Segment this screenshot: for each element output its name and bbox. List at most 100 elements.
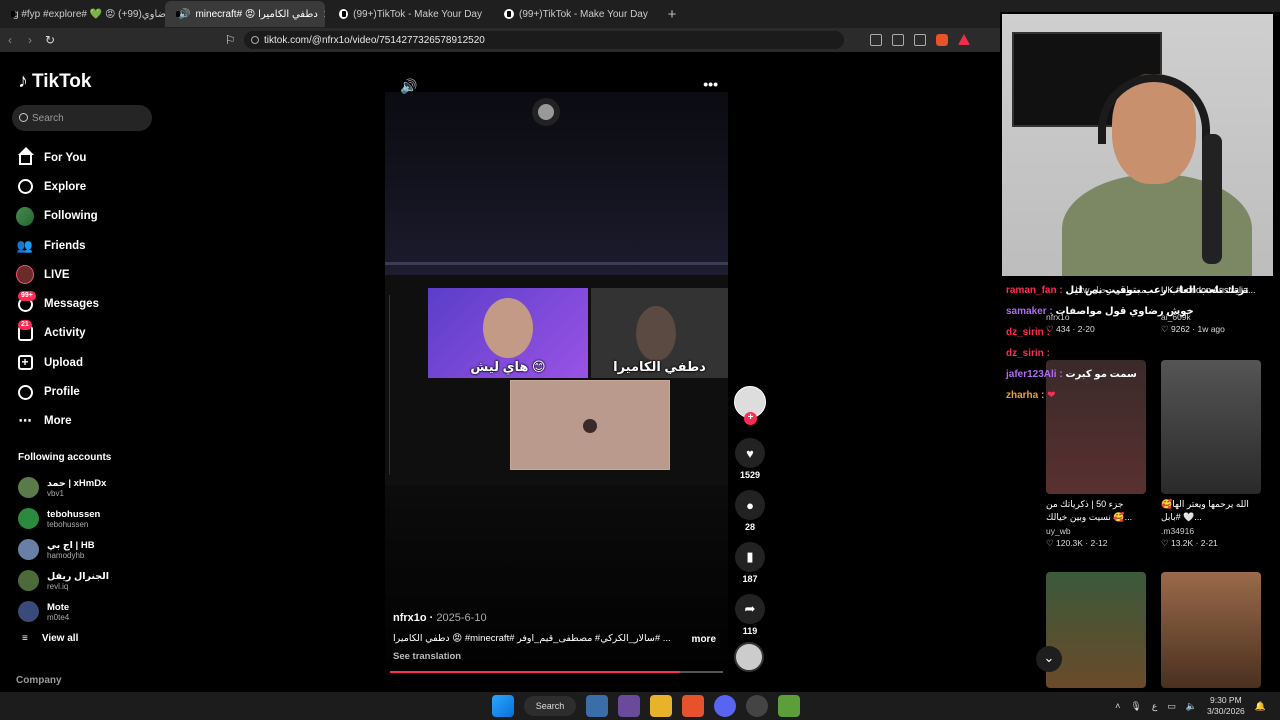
discord-icon[interactable]: [714, 695, 736, 717]
share-button[interactable]: ➦ 119: [734, 594, 766, 636]
nav-upload[interactable]: + Upload: [16, 348, 156, 377]
taskbar-clock[interactable]: 9:30 PM 3/30/2026: [1207, 695, 1245, 717]
more-options-icon[interactable]: •••: [703, 76, 718, 92]
save-count: 187: [742, 574, 758, 584]
scroll-down-button[interactable]: ⌄: [1036, 646, 1062, 672]
tiktok-logo[interactable]: ♪ TikTok: [18, 70, 91, 93]
volume-tray-icon[interactable]: 🔈: [1186, 701, 1197, 712]
facecam-right: دطفي الكاميرا: [591, 288, 728, 378]
compass-icon: [16, 178, 34, 196]
profile-icon: [16, 383, 34, 401]
video-author[interactable]: nfrx1o · 2025-6-10: [393, 612, 487, 624]
nav-explore[interactable]: Explore: [16, 172, 156, 201]
nav-label: Upload: [44, 356, 83, 369]
facecam-right-caption: دطفي الكاميرا: [613, 359, 706, 374]
main-feed: 🔊 ••• هاي ليش 😊 دطفي الكاميرا nfrx1o · 2…: [160, 52, 1000, 692]
nav-activity[interactable]: 21 Activity: [16, 319, 156, 348]
sound-disc-icon[interactable]: [734, 642, 764, 672]
windows-taskbar: Search ˄ 🎙 ع ▭ 🔈 9:30 PM 3/30/2026 🔔: [0, 692, 1280, 720]
following-account[interactable]: اج بي | HB hamodyhb: [18, 534, 158, 565]
snipping-tool-icon[interactable]: [618, 695, 640, 717]
tab-minecraft-active[interactable]: 🔊minecraft# 😡 دطفي الكاميرا✕: [165, 1, 325, 27]
taskbar-search[interactable]: Search: [524, 696, 576, 716]
like-button[interactable]: ♥ 1529: [734, 438, 766, 480]
network-icon[interactable]: ▭: [1167, 701, 1176, 712]
forward-icon[interactable]: ›: [20, 33, 40, 47]
windows-start-icon[interactable]: [492, 695, 514, 717]
video-progress-bar[interactable]: [390, 671, 723, 673]
card-date: 2-12: [1090, 538, 1108, 548]
brave-rewards-icon[interactable]: [958, 34, 970, 45]
nav-live[interactable]: LIVE: [16, 260, 156, 289]
card-user: .m34916: [1161, 526, 1195, 536]
account-name: tebohussen: [47, 508, 101, 520]
view-all-button[interactable]: ≡ View all: [22, 633, 78, 644]
nav-for-you[interactable]: For You: [16, 143, 156, 172]
save-button[interactable]: ▮ 187: [734, 542, 766, 584]
nav-messages[interactable]: 99+ Messages: [16, 289, 156, 318]
card-title: جزء 50 | ذكرياتك من نسيت وبين خيالك 🥰...: [1046, 499, 1133, 522]
share-icon[interactable]: [914, 34, 926, 46]
nav-label: Explore: [44, 180, 87, 193]
caption-more-button[interactable]: more: [692, 634, 716, 645]
account-name: الجنرال ريفل: [47, 570, 109, 582]
brave-browser-icon[interactable]: [682, 695, 704, 717]
facecam-left-caption: هاي ليش 😊: [470, 359, 546, 374]
tab-rdawy[interactable]: g #fyp #explore# 💚 😡 رضاوي(99+): [0, 1, 165, 27]
tab-tiktok-1[interactable]: (99+)TikTok - Make Your Day: [325, 1, 490, 27]
nav-profile[interactable]: Profile: [16, 377, 156, 406]
following-account[interactable]: حمد | xHmDx vbv1: [18, 472, 158, 503]
chat-user: dz_sirin :: [1006, 348, 1050, 359]
video-card[interactable]: [1161, 572, 1261, 688]
url-field[interactable]: tiktok.com/@nfrx1o/video/751427732657891…: [244, 31, 844, 49]
extension-icon[interactable]: [870, 34, 882, 46]
upload-icon: +: [16, 354, 34, 372]
sidepanel-icon[interactable]: [892, 34, 904, 46]
reload-icon[interactable]: ↻: [40, 33, 60, 47]
activity-badge: 21: [18, 320, 32, 331]
search-input[interactable]: Search: [12, 105, 152, 131]
tiktok-favicon-icon: [504, 9, 514, 19]
chat-user: zharha :: [1006, 390, 1045, 401]
comment-button[interactable]: ● 28: [734, 490, 766, 532]
following-account[interactable]: Mote m0te4: [18, 596, 158, 627]
nav-label: LIVE: [44, 268, 70, 281]
nav-following[interactable]: Following: [16, 202, 156, 231]
card-date: 2-21: [1200, 538, 1218, 548]
nav-more[interactable]: ⋯ More: [16, 407, 156, 436]
account-handle: hamodyhb: [47, 550, 85, 560]
following-accounts-list: حمد | xHmDx vbv1 tebohussen tebohussen اج …: [18, 472, 158, 627]
follow-plus-icon[interactable]: +: [744, 412, 757, 425]
tab-tiktok-2[interactable]: (99+)TikTok - Make Your Day: [490, 1, 660, 27]
store-icon[interactable]: [586, 695, 608, 717]
facecam-left: هاي ليش 😊: [428, 288, 588, 378]
extensions-area: [870, 34, 1000, 46]
new-tab-button[interactable]: +: [660, 6, 684, 23]
nav-label: Messages: [44, 298, 99, 311]
video-player[interactable]: 🔊 ••• هاي ليش 😊 دطفي الكاميرا nfrx1o · 2…: [385, 52, 728, 685]
tab-label: g #fyp #explore# 💚 😡 رضاوي(99+): [13, 8, 165, 20]
obs-icon[interactable]: [746, 695, 768, 717]
toolbar-strip: [389, 295, 403, 475]
company-link[interactable]: Company: [16, 675, 62, 686]
address-bar-row: ‹ › ↻ ⚐ tiktok.com/@nfrx1o/video/7514277…: [0, 28, 1000, 52]
mic-icon[interactable]: 🎙: [1130, 701, 1141, 712]
following-account[interactable]: الجنرال ريفل revl.iq: [18, 565, 158, 596]
following-avatar-icon: [16, 206, 34, 226]
notifications-icon[interactable]: 🔔: [1255, 701, 1266, 712]
language-icon[interactable]: ع: [1152, 701, 1157, 712]
tiktok-note-icon: ♪: [18, 70, 28, 92]
small-camera-view: [510, 380, 670, 470]
back-icon[interactable]: ‹: [0, 33, 20, 47]
file-explorer-icon[interactable]: [650, 695, 672, 717]
following-account[interactable]: tebohussen tebohussen: [18, 503, 158, 534]
volume-icon[interactable]: 🔊: [400, 78, 417, 95]
minecraft-icon[interactable]: [778, 695, 800, 717]
brave-shields-icon[interactable]: [936, 34, 948, 46]
chat-message: dz_sirin :: [1006, 322, 1276, 343]
chevron-up-icon[interactable]: ˄: [1115, 701, 1120, 711]
video-card[interactable]: [1046, 572, 1146, 688]
nav-friends[interactable]: 👥 Friends: [16, 231, 156, 260]
see-translation-button[interactable]: See translation: [393, 651, 461, 662]
bookmark-icon[interactable]: ⚐: [220, 33, 240, 47]
